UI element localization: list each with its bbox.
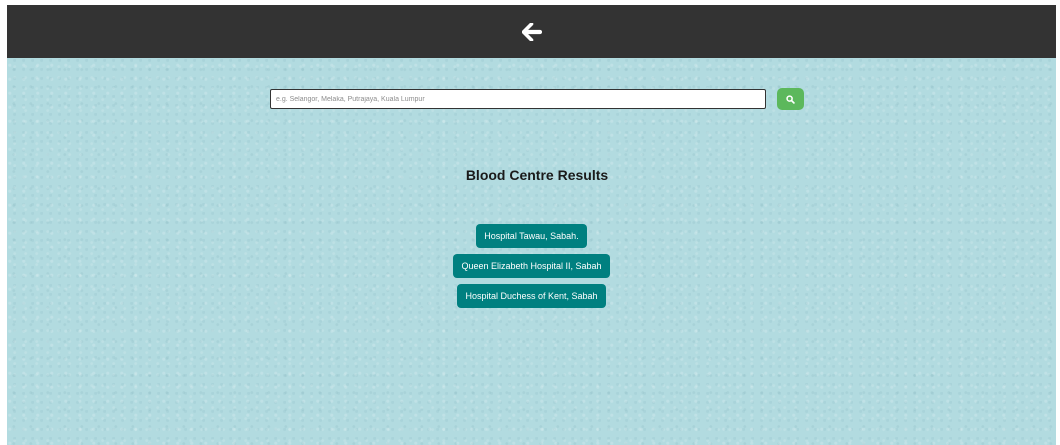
top-nav-bar (7, 5, 1056, 58)
location-search-input[interactable] (270, 89, 766, 109)
result-button[interactable]: Hospital Tawau, Sabah. (476, 224, 587, 248)
page-frame: Blood Centre Results Hospital Tawau, Sab… (7, 5, 1056, 445)
result-button[interactable]: Hospital Duchess of Kent, Sabah (457, 284, 606, 308)
search-button[interactable] (777, 88, 804, 110)
back-button[interactable] (520, 20, 544, 44)
search-icon (786, 94, 795, 104)
arrow-left-icon (521, 22, 542, 41)
results-title: Blood Centre Results (465, 167, 609, 183)
result-button[interactable]: Queen Elizabeth Hospital II, Sabah (453, 254, 610, 278)
results-list: Hospital Tawau, Sabah. Queen Elizabeth H… (7, 224, 1056, 314)
